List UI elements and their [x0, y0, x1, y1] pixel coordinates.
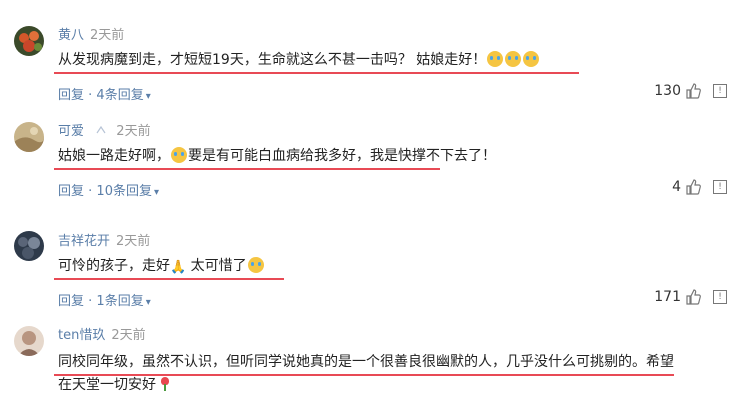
highlight-underline — [54, 168, 440, 170]
chevron-down-icon: ▾ — [145, 297, 151, 308]
reply-button[interactable]: 回复 — [58, 184, 84, 199]
username[interactable]: 吉祥花开 2天前 — [58, 230, 150, 249]
username-text[interactable]: 吉祥花开 — [58, 234, 110, 249]
crying-emoji — [505, 51, 522, 67]
comment-text: 从发现病魔到走，才短短19天，生命就这么不甚一击吗？ 姑娘走好！ — [58, 50, 540, 70]
view-replies-button[interactable]: · 10条回复 ▾ — [88, 184, 159, 199]
reply-button[interactable]: 回复 — [58, 88, 84, 103]
comment-text-line-1: 同校同年级，虽然不认识，但听同学说她真的是一个很善良很幽默的人，几乎没什么可挑剔… — [58, 354, 674, 370]
replies-count: · 1条回复 — [88, 294, 144, 309]
timestamp: 2天前 — [116, 234, 151, 249]
view-replies-button[interactable]: · 1条回复 ▾ — [88, 294, 151, 309]
username[interactable]: 可爱 2天前 — [58, 120, 151, 139]
like-area: 171 ! — [654, 289, 727, 305]
avatar[interactable] — [14, 122, 44, 152]
report-icon[interactable]: ! — [713, 84, 727, 98]
thumbs-up-icon[interactable] — [685, 179, 701, 195]
crying-emoji — [523, 51, 540, 67]
vip-badge-icon — [96, 125, 106, 134]
username[interactable]: ten惜玖 2天前 — [58, 324, 146, 343]
comment-text-part-b: 要是有可能白血病给我多好，我是快撑不下去了！ — [188, 148, 496, 164]
comment-text-part-a: 姑娘一路走好啊， — [58, 148, 170, 164]
username-text[interactable]: ten惜玖 — [58, 328, 105, 343]
crying-emoji — [487, 51, 504, 67]
avatar[interactable] — [14, 26, 44, 56]
chevron-down-icon: ▾ — [145, 91, 151, 102]
comment-text-line-2-content: 在天堂一切安好 — [58, 377, 156, 393]
comment-text: 姑娘一路走好啊， 要是有可能白血病给我多好，我是快撑不下去了！ — [58, 146, 496, 166]
comment-actions: 回复 · 1条回复 ▾ — [58, 290, 151, 309]
like-area: 4 ! — [672, 179, 727, 195]
reply-button[interactable]: 回复 — [58, 294, 84, 309]
highlight-underline — [54, 72, 579, 74]
avatar[interactable] — [14, 231, 44, 261]
comment-text-line-2: 在天堂一切安好 — [58, 375, 170, 395]
avatar[interactable] — [14, 326, 44, 356]
timestamp: 2天前 — [116, 124, 151, 139]
username[interactable]: 黄八 2天前 — [58, 24, 124, 43]
comment-actions: 回复 · 10条回复 ▾ — [58, 180, 159, 199]
pray-emoji: 🙏 — [170, 260, 187, 275]
comment-actions: 回复 · 4条回复 ▾ — [58, 84, 151, 103]
thumbs-up-icon[interactable] — [685, 83, 701, 99]
replies-count: · 10条回复 — [88, 184, 152, 199]
replies-count: · 4条回复 — [88, 88, 144, 103]
report-icon[interactable]: ! — [713, 290, 727, 304]
like-area: 130 ! — [654, 83, 727, 99]
username-text[interactable]: 可爱 — [58, 124, 84, 139]
rose-emoji — [160, 377, 170, 391]
timestamp: 2天前 — [90, 28, 125, 43]
report-icon[interactable]: ! — [713, 180, 727, 194]
chevron-down-icon: ▾ — [153, 187, 159, 198]
like-count: 171 — [654, 289, 681, 305]
comment-text: 可怜的孩子，走好🙏 太可惜了 — [58, 256, 265, 278]
username-text[interactable]: 黄八 — [58, 28, 84, 43]
comment-text-part-b: 太可惜了 — [186, 258, 247, 274]
like-count: 130 — [654, 83, 681, 99]
highlight-underline — [54, 278, 284, 280]
timestamp: 2天前 — [111, 328, 146, 343]
crying-emoji — [171, 147, 187, 163]
comment-text-part-a: 可怜的孩子，走好 — [58, 258, 170, 274]
like-count: 4 — [672, 179, 681, 195]
thumbs-up-icon[interactable] — [685, 289, 701, 305]
comment-text-content: 从发现病魔到走，才短短19天，生命就这么不甚一击吗？ 姑娘走好！ — [58, 52, 487, 68]
view-replies-button[interactable]: · 4条回复 ▾ — [88, 88, 151, 103]
crying-emoji — [247, 257, 264, 273]
